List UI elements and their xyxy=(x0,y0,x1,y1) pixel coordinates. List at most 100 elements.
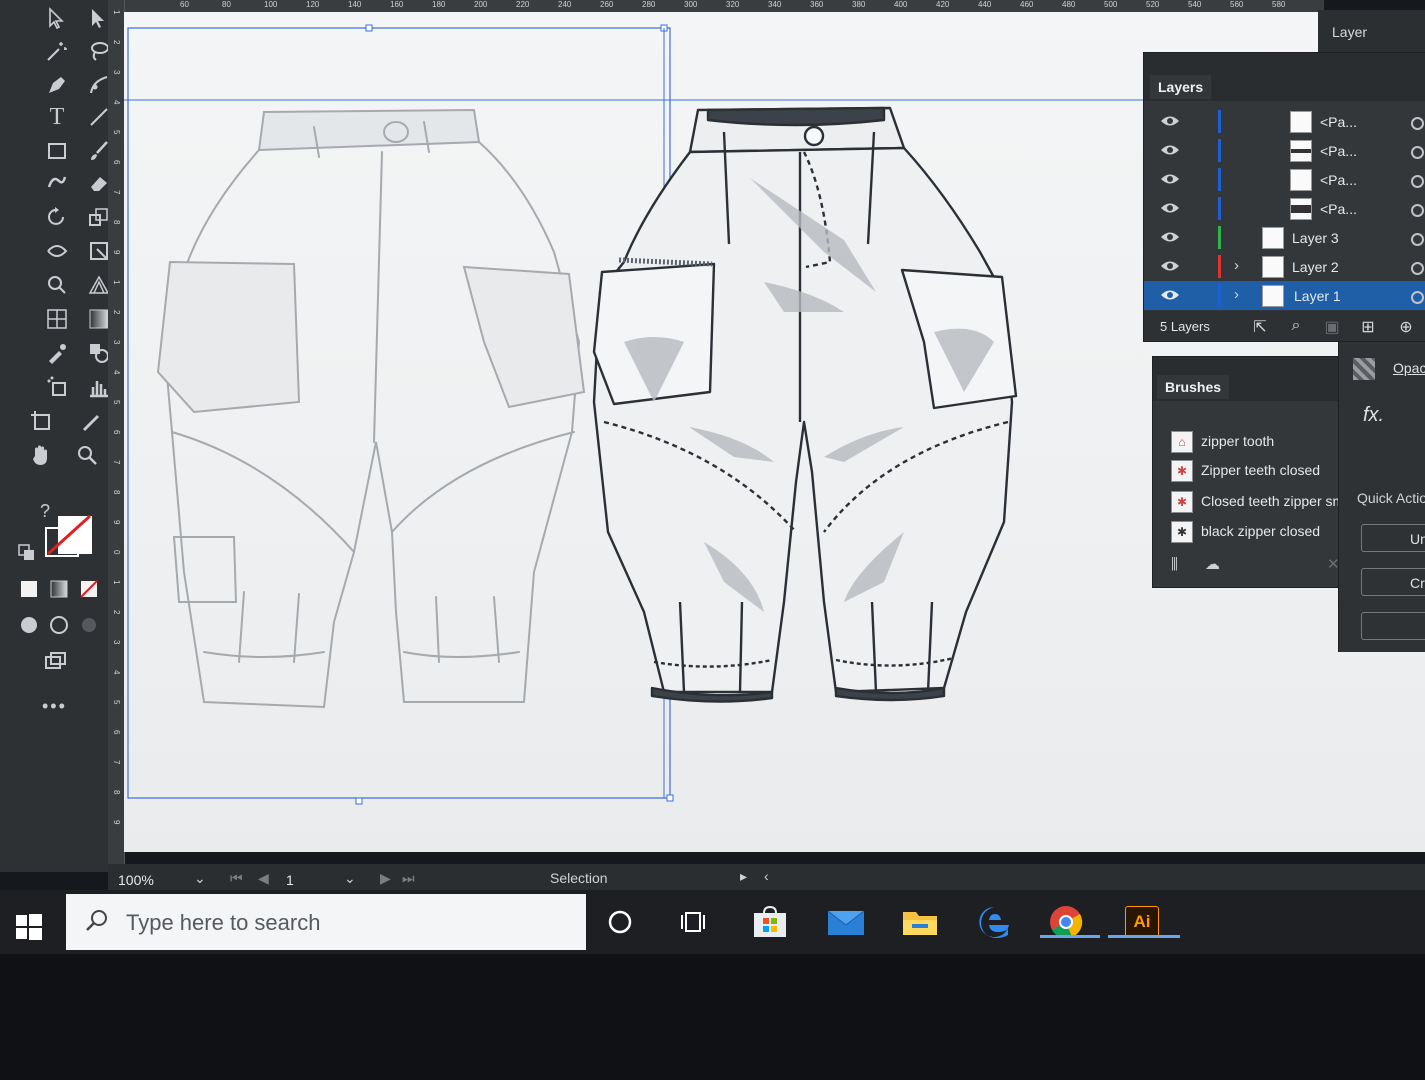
draw-behind-icon[interactable] xyxy=(44,610,74,640)
next-artboard-icon[interactable]: ▶ xyxy=(380,870,391,887)
file-explorer-icon[interactable] xyxy=(900,902,940,942)
status-arrow-icon[interactable]: ▸ xyxy=(740,868,747,885)
ruler-tick: 7 xyxy=(112,460,121,465)
target-circle-icon[interactable] xyxy=(1411,262,1424,275)
layer-row[interactable]: Layer 3 xyxy=(1144,223,1425,252)
layer-row[interactable]: <Pa... xyxy=(1144,107,1425,136)
microsoft-store-icon[interactable] xyxy=(750,902,790,942)
visibility-eye-icon[interactable] xyxy=(1160,143,1180,157)
fx-effects-icon[interactable]: fx. xyxy=(1363,404,1384,427)
scroll-left-icon[interactable]: ‹ xyxy=(764,868,769,884)
windows-start-icon[interactable] xyxy=(16,914,42,940)
layer-thumbnail xyxy=(1290,198,1312,220)
last-artboard-icon[interactable]: ⏭ xyxy=(402,870,415,887)
artboard-tool-icon[interactable] xyxy=(26,406,56,436)
symbol-sprayer-tool-icon[interactable] xyxy=(42,372,72,402)
cortana-icon[interactable] xyxy=(600,902,640,942)
gradient-mode-icon[interactable] xyxy=(44,574,74,604)
target-circle-icon[interactable] xyxy=(1411,233,1424,246)
artboard-number[interactable]: 1 xyxy=(286,872,294,888)
taskbar-search-box[interactable]: Type here to search xyxy=(66,894,586,950)
first-artboard-icon[interactable]: ⏮ xyxy=(230,870,243,887)
pen-tool-icon[interactable] xyxy=(42,70,72,100)
ruler-tick: 2 xyxy=(112,40,121,45)
visibility-eye-icon[interactable] xyxy=(1160,288,1180,302)
layer-color-bar xyxy=(1218,255,1221,278)
make-clipping-mask-icon[interactable]: ▣ xyxy=(1322,317,1342,337)
mail-icon[interactable] xyxy=(826,902,866,942)
properties-panel: Opac fx. Quick Actio Un Cro xyxy=(1338,342,1425,652)
target-circle-icon[interactable] xyxy=(1411,146,1424,159)
layers-panel: Layers <Pa... <Pa... <Pa... <Pa... Layer… xyxy=(1143,52,1425,342)
visibility-eye-icon[interactable] xyxy=(1160,230,1180,244)
brush-name: zipper tooth xyxy=(1201,433,1275,449)
type-tool-icon[interactable]: T xyxy=(42,102,72,132)
ruler-tick: 280 xyxy=(642,0,656,9)
screen-mode-icon[interactable] xyxy=(40,646,70,676)
hand-tool-icon[interactable] xyxy=(26,440,56,470)
swap-default-colors-icon[interactable] xyxy=(12,538,42,568)
ruler-tick: 180 xyxy=(432,0,446,9)
ungroup-button[interactable]: Un xyxy=(1361,524,1425,552)
visibility-eye-icon[interactable] xyxy=(1160,201,1180,215)
layer-row[interactable]: › Layer 2 xyxy=(1144,252,1425,281)
visibility-eye-icon[interactable] xyxy=(1160,172,1180,186)
transparency-icon[interactable] xyxy=(1353,358,1375,380)
brushes-panel-title[interactable]: Brushes xyxy=(1157,375,1230,399)
current-tool-status[interactable]: Selection xyxy=(550,870,608,886)
shaper-tool-icon[interactable] xyxy=(42,168,72,198)
expand-chevron-icon[interactable]: › xyxy=(1234,286,1239,303)
libraries-panel-icon[interactable]: ☁ xyxy=(1205,555,1220,573)
collect-for-export-icon[interactable]: ⇱ xyxy=(1250,317,1270,337)
ruler-tick: 300 xyxy=(684,0,698,9)
zoom-dropdown-icon[interactable]: ⌄ xyxy=(194,870,206,887)
width-tool-icon[interactable] xyxy=(42,236,72,266)
rectangle-tool-icon[interactable] xyxy=(42,136,72,166)
artboard-dropdown-icon[interactable]: ⌄ xyxy=(344,870,356,887)
layer-name: <Pa... xyxy=(1320,143,1357,159)
brush-libraries-icon[interactable]: ⫼ xyxy=(1171,556,1178,573)
zoom-level[interactable]: 100% xyxy=(118,872,154,888)
magic-wand-tool-icon[interactable] xyxy=(42,36,72,66)
visibility-eye-icon[interactable] xyxy=(1160,114,1180,128)
selection-tool-icon[interactable] xyxy=(42,4,72,34)
prev-artboard-icon[interactable]: ◀ xyxy=(258,870,269,887)
draw-inside-icon[interactable] xyxy=(74,610,104,640)
shape-builder-tool-icon[interactable] xyxy=(42,270,72,300)
draw-normal-icon[interactable] xyxy=(14,610,44,640)
layer-row[interactable]: <Pa... xyxy=(1144,194,1425,223)
layer-name: Layer 3 xyxy=(1292,230,1339,246)
layer-row[interactable]: <Pa... xyxy=(1144,136,1425,165)
ruler-tick: 1 xyxy=(112,580,121,585)
create-sublayer-icon[interactable]: ⊞ xyxy=(1358,317,1378,337)
edge-browser-icon[interactable] xyxy=(974,902,1014,942)
layer-row-selected[interactable]: › Layer 1 xyxy=(1144,281,1425,310)
fill-stroke-swatch[interactable] xyxy=(42,512,96,560)
zoom-tool-icon[interactable] xyxy=(72,440,102,470)
task-view-icon[interactable] xyxy=(674,902,714,942)
target-circle-icon[interactable] xyxy=(1411,175,1424,188)
mesh-tool-icon[interactable] xyxy=(42,304,72,334)
eyedropper-tool-icon[interactable] xyxy=(42,338,72,368)
rotate-tool-icon[interactable] xyxy=(42,202,72,232)
locate-object-icon[interactable]: ⌕ xyxy=(1286,317,1306,337)
crop-image-button[interactable]: Cro xyxy=(1361,568,1425,596)
visibility-eye-icon[interactable] xyxy=(1160,259,1180,273)
expand-chevron-icon[interactable]: › xyxy=(1234,257,1239,274)
layers-panel-title[interactable]: Layers xyxy=(1150,75,1212,99)
quick-action-button[interactable] xyxy=(1361,612,1425,640)
none-mode-icon[interactable] xyxy=(74,574,104,604)
layer-row[interactable]: <Pa... xyxy=(1144,165,1425,194)
create-layer-icon[interactable]: ⊕ xyxy=(1396,317,1416,337)
target-circle-icon[interactable] xyxy=(1411,291,1424,304)
layer-thumbnail xyxy=(1262,285,1284,307)
more-tools-icon[interactable]: ••• xyxy=(42,696,67,717)
target-circle-icon[interactable] xyxy=(1411,204,1424,217)
color-mode-icon[interactable] xyxy=(14,574,44,604)
ruler-tick: 240 xyxy=(558,0,572,9)
target-circle-icon[interactable] xyxy=(1411,117,1424,130)
layer-panel-tab[interactable]: Layer xyxy=(1318,10,1425,54)
opacity-label[interactable]: Opac xyxy=(1393,360,1425,376)
slice-tool-icon[interactable] xyxy=(76,406,106,436)
layer-thumbnail xyxy=(1290,140,1312,162)
